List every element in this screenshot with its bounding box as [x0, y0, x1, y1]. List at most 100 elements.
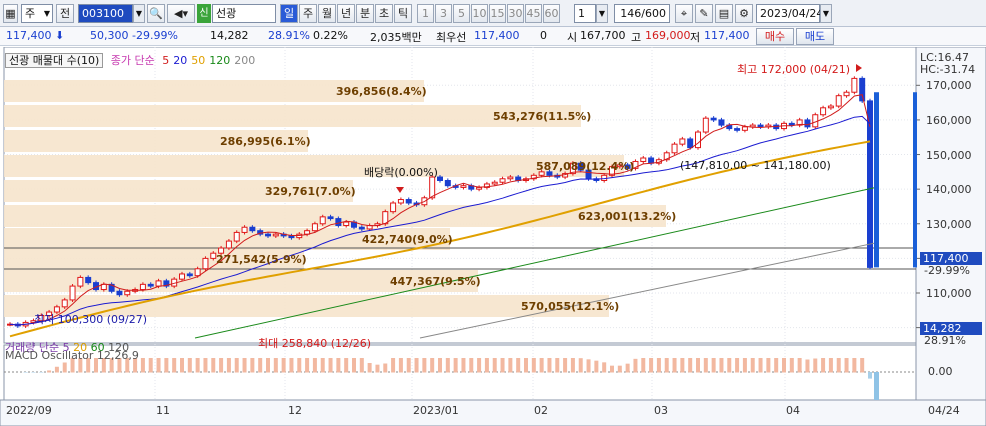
lock-icon[interactable]: ▦ [3, 4, 18, 23]
volume-max-annotation: 최대 258,840 (12/26) [258, 337, 372, 350]
candle-body [820, 107, 827, 116]
candle-body [460, 185, 467, 188]
period-tab-3[interactable]: 년 [337, 4, 355, 23]
macd-bar [164, 358, 169, 373]
macd-bar [610, 365, 614, 373]
stock-code-input[interactable]: 003100 [78, 4, 133, 23]
candle-body [851, 77, 858, 93]
macd-bar [383, 363, 388, 373]
open-price: 167,700 [580, 29, 626, 42]
prev-button[interactable]: 전 [56, 4, 74, 23]
macd-bar [586, 359, 591, 373]
period-tab-5[interactable]: 초 [375, 4, 393, 23]
macd-bar [39, 372, 44, 373]
macd-bar [211, 358, 216, 373]
macd-bar [797, 358, 802, 373]
volume-profile-band [4, 155, 624, 177]
interval-dropdown-icon[interactable]: ▼ [596, 4, 608, 23]
macd-bar [226, 358, 231, 373]
code-dropdown-icon[interactable]: ▼ [133, 4, 145, 23]
draw-tool-icon[interactable]: ✎ [695, 4, 713, 23]
best-ask-label: 최우선 [436, 31, 467, 44]
current-price: 117,400 ⬇ [6, 29, 65, 42]
macd-bar [508, 358, 513, 373]
price-tick-label: 140,000 [926, 183, 972, 197]
candle-body [194, 268, 201, 277]
period-tab-1[interactable]: 주 [299, 4, 317, 23]
candle-body [507, 176, 514, 180]
macd-bar [696, 358, 700, 373]
candle-body [695, 131, 701, 149]
macd-bar [312, 358, 317, 373]
candle-body [77, 276, 84, 287]
grid-icon[interactable]: ▤ [715, 4, 733, 23]
macd-bar [852, 358, 857, 373]
search-icon[interactable]: 🔍 [147, 4, 165, 23]
macd-bar [617, 365, 622, 373]
candle-body [499, 178, 506, 183]
candle-body [741, 126, 748, 131]
change-pct: -29.99% [132, 29, 178, 42]
stock-name-input[interactable]: 선광 [212, 4, 276, 23]
macd-bar [266, 358, 270, 373]
period-tab-4[interactable]: 분 [356, 4, 374, 23]
volume-profile-label: 286,995(6.1%) [220, 135, 311, 148]
legend-ma-5: 5 [162, 54, 170, 67]
minute-step-1[interactable]: 1 [417, 4, 434, 23]
price-chart[interactable] [0, 47, 986, 426]
volume-profile-label: 543,276(11.5%) [493, 110, 592, 123]
legend-title[interactable]: 선광 매물대 수(10) [5, 53, 104, 68]
macd-bar [594, 360, 599, 373]
high-label: 고 [631, 31, 642, 44]
market-select[interactable]: 주 ▼ [21, 4, 53, 23]
buy-button[interactable]: 매수 [756, 28, 794, 45]
candle-body [241, 226, 248, 233]
minute-step-30[interactable]: 30 [507, 4, 524, 23]
period-tab-0[interactable]: 일 [280, 4, 298, 23]
minute-step-10[interactable]: 10 [471, 4, 488, 23]
macd-bar [54, 366, 59, 373]
period-tab-2[interactable]: 월 [318, 4, 336, 23]
minute-step-60[interactable]: 60 [543, 4, 560, 23]
macd-bar [195, 358, 200, 373]
legend-ma-50: 50 [191, 54, 206, 67]
candle-body [202, 257, 209, 270]
macd-bar [719, 358, 724, 373]
minute-step-3[interactable]: 3 [435, 4, 452, 23]
down-arrow-icon: ⬇ [55, 29, 65, 42]
macd-bar [258, 358, 263, 373]
candle-body [249, 226, 256, 232]
candle-body [327, 216, 334, 220]
candle-body [491, 181, 498, 185]
macd-bar [711, 358, 716, 373]
speaker-icon[interactable]: ◀▾ [167, 4, 195, 23]
macd-bar [23, 372, 28, 373]
minute-step-5[interactable]: 5 [453, 4, 470, 23]
sell-button[interactable]: 매도 [796, 28, 834, 45]
candle-body [671, 143, 678, 154]
macd-bar [219, 358, 224, 373]
macd-bar [414, 358, 419, 373]
minute-step-15[interactable]: 15 [489, 4, 506, 23]
price-tick-label: 110,000 [926, 287, 972, 300]
calendar-dropdown-icon[interactable]: ▼ [820, 4, 832, 23]
interval-input[interactable]: 1 [574, 4, 596, 23]
period-tab-6[interactable]: 틱 [394, 4, 412, 23]
macd-bar [750, 358, 755, 373]
minute-step-45[interactable]: 45 [525, 4, 542, 23]
candle-body [272, 233, 279, 237]
macd-bar [422, 358, 427, 373]
crosshair-icon[interactable]: ⌖ [675, 4, 693, 23]
low-price: 117,400 [704, 29, 750, 42]
candle-body [640, 157, 647, 162]
price-tick-label: 130,000 [926, 217, 972, 231]
macd-bar [328, 358, 333, 373]
macd-bar [625, 363, 630, 373]
date-input[interactable]: 2023/04/24 [756, 4, 823, 23]
macd-bar [477, 358, 482, 373]
volume-profile-label: 422,740(9.0%) [362, 233, 453, 246]
gear-icon[interactable]: ⚙ [735, 4, 753, 23]
view-count-input[interactable]: 146/600 [614, 4, 670, 23]
candle-body [397, 199, 404, 204]
macd-bar [484, 358, 489, 373]
